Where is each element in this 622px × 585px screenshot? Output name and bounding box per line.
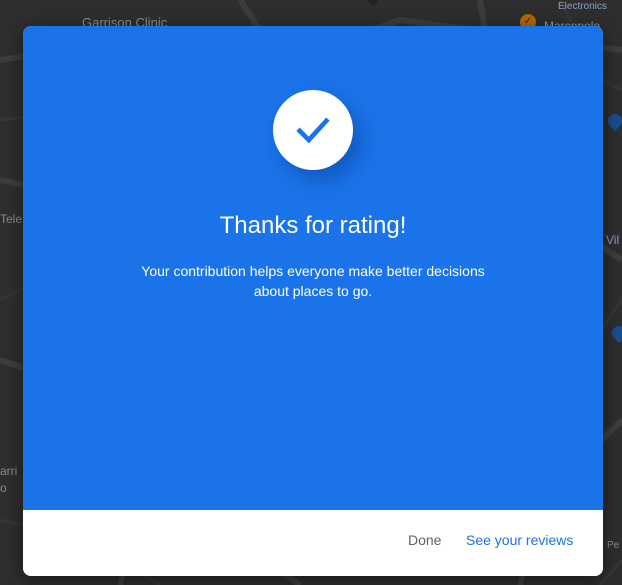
map-label-tele: Tele: [0, 212, 23, 226]
map-label-electronics: Electronics: [558, 1, 607, 12]
rating-confirmation-dialog: Thanks for rating! Your contribution hel…: [23, 26, 603, 576]
map-label-vil: Vil: [606, 233, 620, 247]
see-your-reviews-button[interactable]: See your reviews: [466, 532, 573, 548]
dialog-hero: Thanks for rating! Your contribution hel…: [23, 26, 603, 510]
dialog-message: Your contribution helps everyone make be…: [141, 263, 485, 299]
checkmark-icon: [296, 117, 330, 144]
dialog-actions: Done See your reviews: [23, 510, 603, 576]
checkmark-badge: [273, 90, 353, 170]
map-label-pe: Pe: [607, 540, 620, 551]
dialog-title: Thanks for rating!: [219, 212, 407, 239]
map-label-o: o: [0, 481, 7, 495]
done-button[interactable]: Done: [408, 532, 441, 548]
map-label-arri: arri: [0, 464, 18, 478]
